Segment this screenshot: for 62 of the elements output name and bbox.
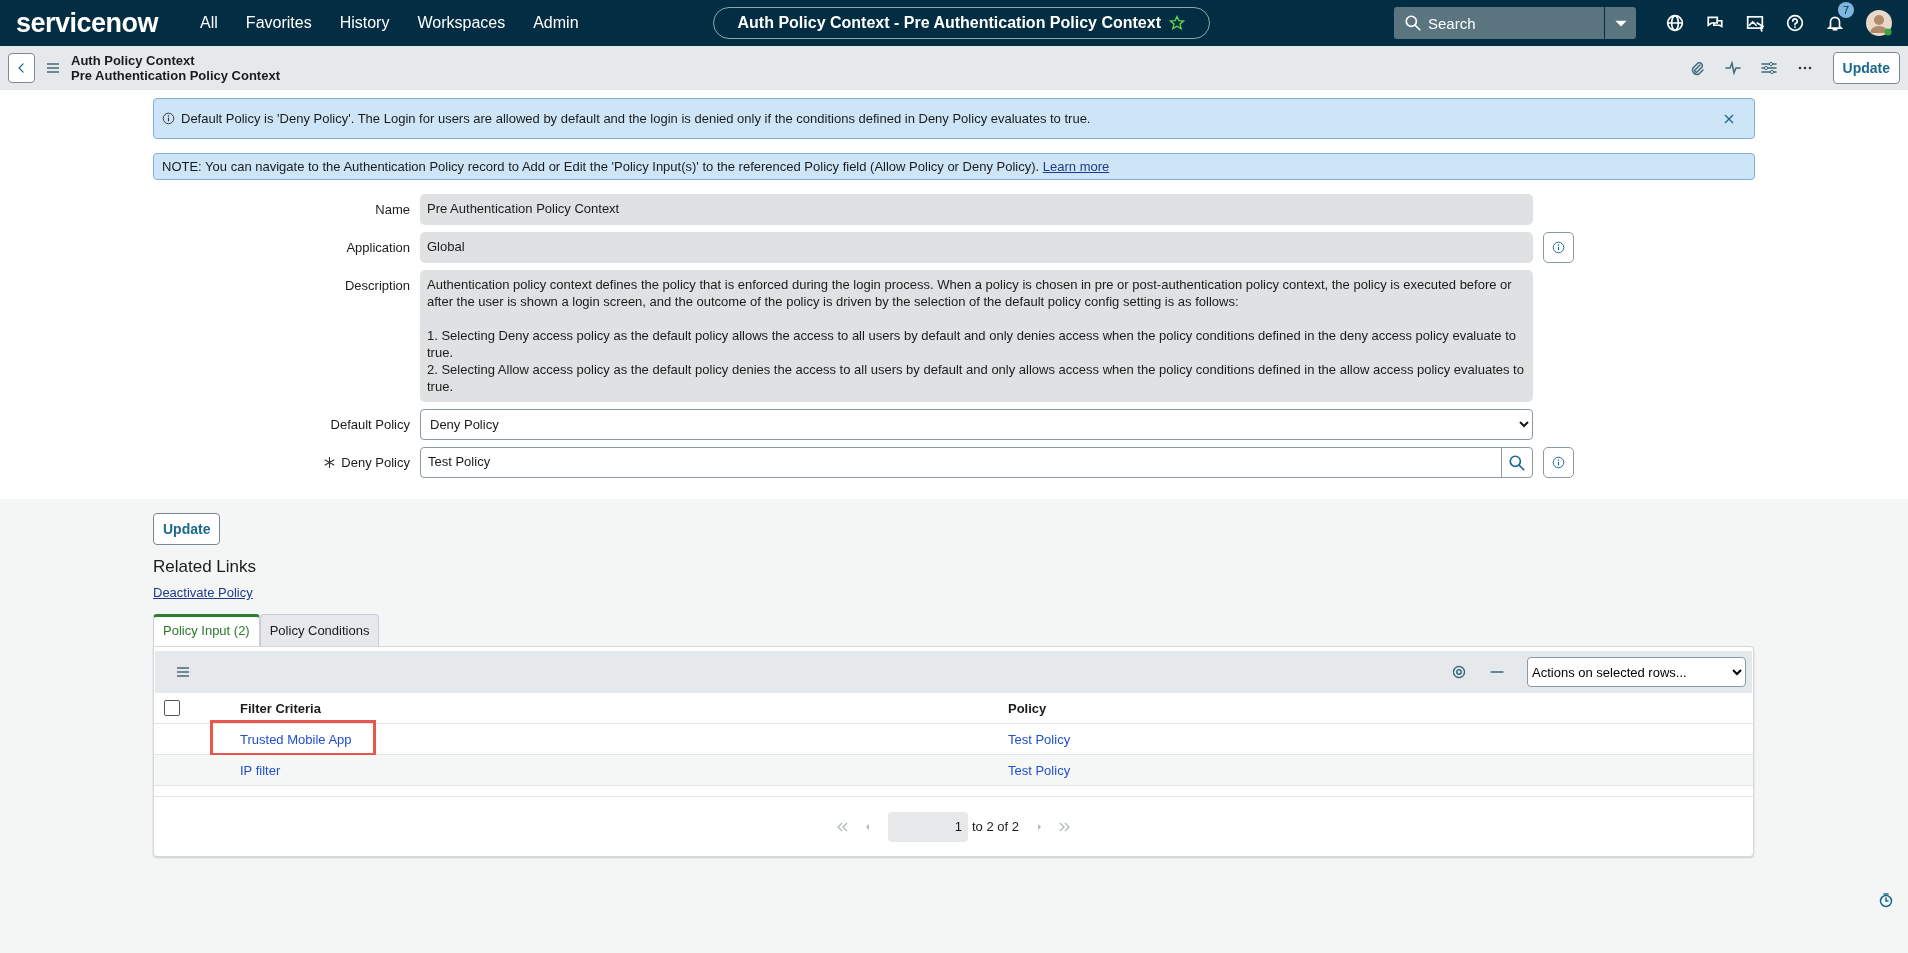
search-dropdown-button[interactable] bbox=[1604, 7, 1636, 39]
description-field: Authentication policy context defines the policy that is enforced during the login process. When a policy is chosen in pre or post-authentication policy context, the policy is executed before or after the user is shown a login screen, and the outcome of the policy is driven by the selection of the default policy config setting is as follows: 1. Selecting Deny access policy as the default policy allows the access to all users by default and only denies access when the policy conditions defined in the deny access policy evaluate to true. 2. Selecting Allow access policy as the default policy denies the access to all users by default and only allows access when the policy conditions defined in the allow access policy evaluates to true. bbox=[420, 270, 1533, 402]
info-icon bbox=[1552, 456, 1565, 469]
info-button[interactable] bbox=[1543, 232, 1574, 263]
nav-menu-item[interactable]: All bbox=[186, 14, 232, 32]
avatar-icon[interactable] bbox=[1866, 10, 1892, 36]
info-icon bbox=[162, 112, 175, 125]
field-label: Description bbox=[344, 278, 410, 295]
column-header[interactable]: Filter Criteria bbox=[240, 700, 321, 716]
info-icon bbox=[1552, 241, 1565, 254]
search-icon bbox=[1404, 14, 1422, 32]
nav-menu-item[interactable]: Favorites bbox=[231, 14, 326, 32]
menu-icon[interactable] bbox=[177, 667, 189, 677]
readonly-field: Pre Authentication Policy Context bbox=[420, 194, 1533, 225]
table-cell-link[interactable]: Trusted Mobile App bbox=[240, 731, 352, 747]
record-title: Pre Authentication Policy Context bbox=[71, 68, 280, 83]
select-all-checkbox[interactable] bbox=[164, 700, 180, 716]
field-label: Default Policy bbox=[330, 417, 410, 434]
table-cell-link[interactable]: Test Policy bbox=[1008, 762, 1071, 778]
clock-icon[interactable] bbox=[1878, 892, 1894, 908]
nav-menu-item[interactable]: Admin bbox=[519, 14, 593, 32]
table-cell-link[interactable]: Test Policy bbox=[1008, 731, 1071, 747]
related-link[interactable]: Deactivate Policy bbox=[153, 585, 253, 600]
table-cell-link[interactable]: IP filter bbox=[240, 762, 281, 778]
logo[interactable]: servicenow bbox=[16, 7, 159, 39]
tab[interactable]: Policy Input (2) bbox=[153, 614, 260, 646]
nav-menu-item[interactable]: History bbox=[325, 14, 404, 32]
update-button[interactable]: Update bbox=[1832, 52, 1900, 84]
section-heading: Related Links bbox=[153, 557, 257, 577]
notification-bell-icon[interactable] bbox=[1826, 14, 1844, 32]
globe-icon[interactable] bbox=[1666, 14, 1684, 32]
nav-menu-item[interactable]: Workspaces bbox=[403, 14, 520, 32]
field-label: Application bbox=[346, 240, 410, 257]
banner-text: NOTE: You can navigate to the Authentication Policy record to Add or Edit the 'Policy Input(s)' to the referenced Policy field (Allow Policy or Deny Policy). Learn more bbox=[162, 159, 1110, 174]
settings-icon[interactable] bbox=[1451, 664, 1467, 680]
help-icon[interactable] bbox=[1786, 14, 1804, 32]
reference-field[interactable]: Test Policy bbox=[420, 447, 1533, 478]
image-cursor-icon[interactable] bbox=[1746, 14, 1764, 32]
info-button[interactable] bbox=[1543, 447, 1574, 478]
back-button[interactable] bbox=[8, 53, 35, 83]
learn-more-link[interactable]: Learn more bbox=[1042, 159, 1110, 174]
page-title: Auth Policy Context - Pre Authentication Policy Context bbox=[737, 14, 1161, 32]
star-icon[interactable] bbox=[1169, 15, 1185, 31]
activity-icon[interactable] bbox=[1724, 60, 1741, 76]
notification-count: 7 bbox=[1838, 2, 1854, 18]
close-icon[interactable] bbox=[1724, 113, 1734, 124]
search-field[interactable]: Search bbox=[1394, 7, 1604, 39]
actions-dropdown[interactable]: Actions on selected rows... bbox=[1527, 657, 1746, 687]
record-title: Auth Policy Context bbox=[71, 53, 196, 68]
field-label: Deny Policy bbox=[341, 455, 410, 472]
readonly-field: Global bbox=[420, 232, 1533, 263]
page-number-field[interactable]: 1 bbox=[888, 811, 968, 842]
update-button[interactable]: Update bbox=[153, 513, 221, 545]
field-label: Name bbox=[375, 202, 410, 219]
dropdown-field[interactable]: Deny Policy bbox=[420, 409, 1533, 440]
search-icon bbox=[1508, 453, 1526, 472]
menu-icon[interactable] bbox=[47, 63, 59, 73]
sliders-icon[interactable] bbox=[1760, 60, 1777, 76]
banner-text: Default Policy is 'Deny Policy'. The Login for users are allowed by default and the login is denied only if the conditions defined in Deny Policy evaluates to true. bbox=[181, 111, 1091, 126]
column-header[interactable]: Policy bbox=[1008, 700, 1047, 716]
page-range: to 2 of 2 bbox=[972, 819, 1019, 834]
tab[interactable]: Policy Conditions bbox=[259, 614, 380, 646]
